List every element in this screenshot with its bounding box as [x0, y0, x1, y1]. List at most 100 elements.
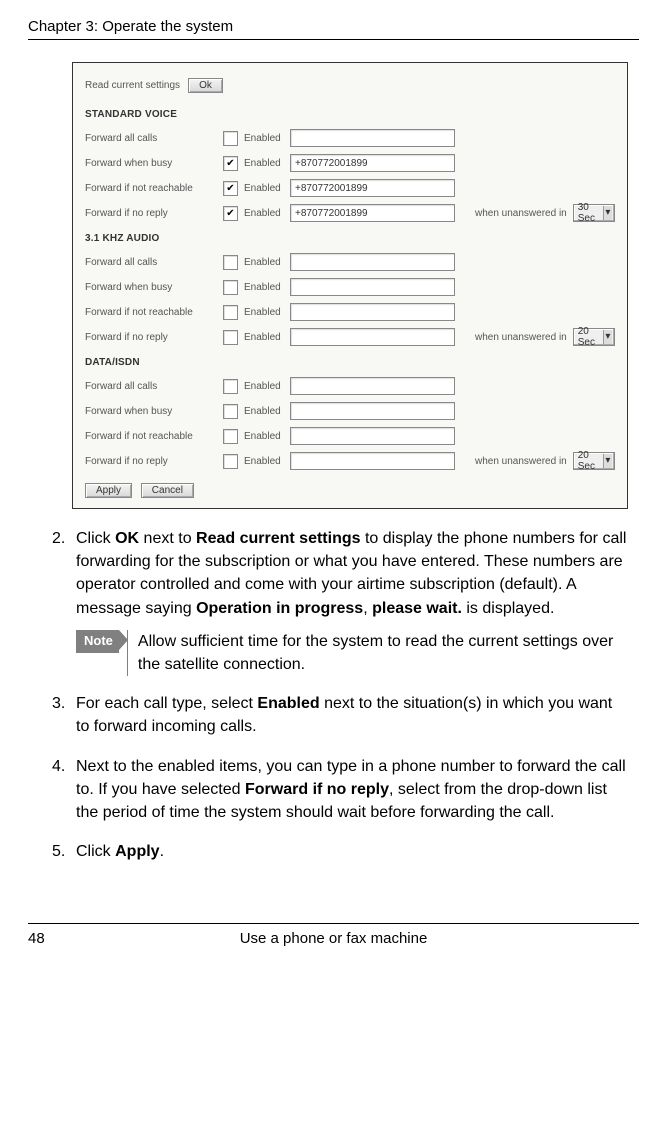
forward-row: Forward if not reachable✔ Enabled+8707720… [85, 176, 615, 200]
row-label: Forward if no reply [85, 208, 223, 219]
row-label: Forward when busy [85, 406, 223, 417]
phone-number-input[interactable] [290, 129, 455, 147]
forward-no-reply-ref: Forward if no reply [245, 781, 389, 798]
step-number: 3. [52, 692, 76, 738]
forward-row: Forward if not reachable Enabled [85, 424, 615, 448]
chevron-down-icon: ▾ [603, 330, 612, 344]
step-number: 5. [52, 840, 76, 863]
row-label: Forward if no reply [85, 456, 223, 467]
forward-row: Forward if no replyEnabledwhen unanswere… [85, 325, 615, 349]
text: , [363, 600, 372, 617]
section-header: STANDARD VOICE [85, 109, 615, 120]
enabled-label: Enabled [244, 257, 290, 268]
step-3: 3. For each call type, select Enabled ne… [52, 692, 629, 738]
row-label: Forward if no reply [85, 332, 223, 343]
timeout-value: 20 Sec [578, 326, 599, 348]
step-number: 2. [52, 527, 76, 676]
enabled-checkbox[interactable] [223, 131, 238, 146]
phone-number-input[interactable] [290, 328, 455, 346]
enabled-label: Enabled [244, 332, 290, 343]
step-2: 2. Click OK next to Read current setting… [52, 527, 629, 676]
text: For each call type, select [76, 695, 257, 712]
row-label: Forward all calls [85, 133, 223, 144]
forward-row: Forward if not reachable Enabled [85, 300, 615, 324]
when-unanswered-label: when unanswered in [475, 456, 567, 467]
note-text: Allow sufficient time for the system to … [127, 630, 629, 676]
enabled-label: Enabled [244, 307, 290, 318]
enabled-checkbox[interactable] [223, 404, 238, 419]
row-label: Forward if not reachable [85, 183, 223, 194]
enabled-label: Enabled [244, 133, 290, 144]
enabled-checkbox[interactable] [223, 305, 238, 320]
row-label: Forward when busy [85, 158, 223, 169]
enabled-label: Enabled [244, 183, 290, 194]
note-tag: Note [76, 630, 119, 653]
enabled-label: Enabled [244, 282, 290, 293]
ok-button[interactable]: Ok [188, 78, 223, 93]
enabled-label: Enabled [244, 406, 290, 417]
phone-number-input[interactable] [290, 253, 455, 271]
page-number: 48 [28, 930, 45, 947]
enabled-checkbox[interactable] [223, 454, 238, 469]
phone-number-input[interactable] [290, 402, 455, 420]
text: . [160, 843, 164, 860]
forward-row: Forward all calls Enabled [85, 126, 615, 150]
enabled-label: Enabled [244, 208, 290, 219]
row-label: Forward if not reachable [85, 431, 223, 442]
timeout-select[interactable]: 30 Sec ▾ [573, 204, 615, 222]
forward-row: Forward when busy Enabled [85, 275, 615, 299]
when-unanswered-label: when unanswered in [475, 208, 567, 219]
chevron-down-icon: ▾ [603, 454, 612, 468]
footer-title: Use a phone or fax machine [28, 930, 639, 947]
row-label: Forward all calls [85, 257, 223, 268]
page-footer: 48 Use a phone or fax machine [28, 923, 639, 947]
forward-row: Forward if no reply Enabled when unanswere… [85, 449, 615, 473]
enabled-label: Enabled [244, 456, 290, 467]
timeout-select[interactable]: 20 Sec ▾ [573, 328, 615, 346]
section-header: DATA/ISDN [85, 357, 615, 368]
row-label: Forward if not reachable [85, 307, 223, 318]
enabled-checkbox[interactable] [223, 429, 238, 444]
enabled-checkbox[interactable] [223, 280, 238, 295]
phone-number-input[interactable]: +870772001899 [290, 204, 455, 222]
step-5: 5. Click Apply. [52, 840, 629, 863]
apply-button[interactable]: Apply [85, 483, 132, 498]
forward-row: Forward when busy✔ Enabled+870772001899 [85, 151, 615, 175]
text: Click [76, 530, 115, 547]
enabled-checkbox[interactable] [223, 330, 238, 345]
enabled-checkbox[interactable]: ✔ [223, 181, 238, 196]
row-label: Forward when busy [85, 282, 223, 293]
text: is displayed. [462, 600, 555, 617]
forward-row: Forward all calls Enabled [85, 250, 615, 274]
note-box: Note Allow sufficient time for the syste… [76, 630, 629, 676]
enabled-checkbox[interactable] [223, 379, 238, 394]
phone-number-input[interactable] [290, 427, 455, 445]
text: Click [76, 843, 115, 860]
phone-number-input[interactable] [290, 452, 455, 470]
enabled-ref: Enabled [257, 695, 319, 712]
apply-ref: Apply [115, 843, 159, 860]
enabled-label: Enabled [244, 158, 290, 169]
chapter-header: Chapter 3: Operate the system [28, 18, 639, 40]
timeout-select[interactable]: 20 Sec ▾ [573, 452, 615, 470]
phone-number-input[interactable]: +870772001899 [290, 179, 455, 197]
section-header: 3.1 KHZ AUDIO [85, 233, 615, 244]
enabled-checkbox[interactable]: ✔ [223, 206, 238, 221]
phone-number-input[interactable]: +870772001899 [290, 154, 455, 172]
phone-number-input[interactable] [290, 278, 455, 296]
step-number: 4. [52, 755, 76, 825]
read-current-settings-label: Read current settings [85, 80, 180, 91]
phone-number-input[interactable] [290, 377, 455, 395]
enabled-label: Enabled [244, 431, 290, 442]
timeout-value: 20 Sec [578, 450, 599, 472]
read-settings-ref: Read current settings [196, 530, 360, 547]
cancel-button[interactable]: Cancel [141, 483, 194, 498]
phone-number-input[interactable] [290, 303, 455, 321]
enabled-checkbox[interactable]: ✔ [223, 156, 238, 171]
row-label: Forward all calls [85, 381, 223, 392]
forward-row: Forward all callsEnabled [85, 374, 615, 398]
forward-row: Forward when busy Enabled [85, 399, 615, 423]
chevron-down-icon: ▾ [603, 206, 612, 220]
timeout-value: 30 Sec [578, 202, 599, 224]
enabled-checkbox[interactable] [223, 255, 238, 270]
